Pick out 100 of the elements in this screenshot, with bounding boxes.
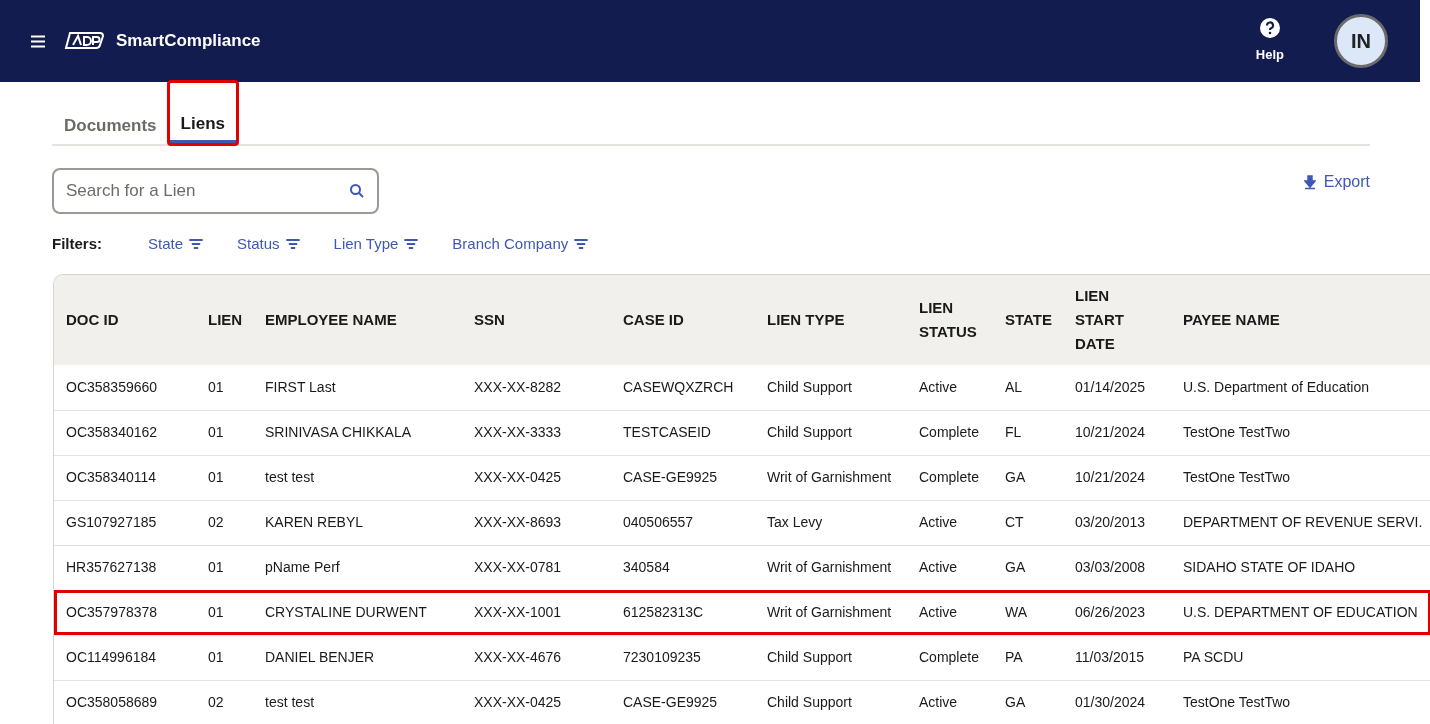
tab[interactable]: Liens <box>168 82 237 144</box>
table-cell: CASE-GE9925 <box>619 455 763 500</box>
table-cell: 612582313C <box>619 590 763 635</box>
filter-icon <box>404 238 419 250</box>
table-cell: 10/21/2024 <box>1071 455 1179 500</box>
filter-button[interactable]: Status <box>237 232 300 256</box>
filter-button[interactable]: State <box>148 232 204 256</box>
export-button[interactable]: Export <box>1303 170 1370 194</box>
table-cell: 040506557 <box>619 500 763 545</box>
table-cell: 01 <box>204 590 261 635</box>
table-cell: DANIEL BENJER <box>261 635 470 680</box>
filter-icon <box>574 238 589 250</box>
filter-button[interactable]: Lien Type <box>333 232 419 256</box>
column-header: LIEN TYPE <box>763 275 915 365</box>
table-row[interactable]: OC358058689 02 test test XXX-XX-0425 CASE-GE9925 Child Support Active GA 01/30/2024 TestOne TestTwo <box>54 680 1430 724</box>
table-row[interactable]: OC114996184 01 DANIEL BENJER XXX-XX-4676 7230109235 Child Support Complete PA 11/03/2015 PA SCDU <box>54 635 1430 680</box>
table-cell: TestOne TestTwo <box>1179 410 1430 455</box>
table-cell: GA <box>1001 455 1071 500</box>
table-cell: DEPARTMENT OF REVENUE SERVI. <box>1179 500 1430 545</box>
table-cell: U.S. Department of Education <box>1179 365 1430 410</box>
table-cell: FIRST Last <box>261 365 470 410</box>
table-cell: GA <box>1001 680 1071 724</box>
table-cell: Child Support <box>763 410 915 455</box>
table-cell: 7230109235 <box>619 635 763 680</box>
search-field[interactable]: Search for a Lien <box>52 168 379 214</box>
table-cell: CRYSTALINE DURWENT <box>261 590 470 635</box>
user-avatar[interactable]: IN <box>1334 14 1388 68</box>
table-cell: Writ of Garnishment <box>763 590 915 635</box>
column-header: PAYEE NAME <box>1179 275 1430 365</box>
table-cell: CT <box>1001 500 1071 545</box>
table-row[interactable]: HR357627138 01 pName Perf XXX-XX-0781 340584 Writ of Garnishment Active GA 03/03/2008 SIDAHO STATE OF IDAHO <box>54 545 1430 590</box>
table-cell: OC358340162 <box>54 410 204 455</box>
table-cell: XXX-XX-8282 <box>470 365 619 410</box>
column-header: EMPLOYEE NAME <box>261 275 470 365</box>
table-cell: 02 <box>204 680 261 724</box>
table-cell: Child Support <box>763 635 915 680</box>
logo-icon <box>64 31 104 51</box>
app-name: SmartCompliance <box>116 30 261 53</box>
table-cell: OC358359660 <box>54 365 204 410</box>
table-row[interactable]: GS107927185 02 KAREN REBYL XXX-XX-8693 040506557 Tax Levy Active CT 03/20/2013 DEPARTMENT OF REVENUE SERVI. <box>54 500 1430 545</box>
table-cell: Active <box>915 680 1001 724</box>
table-cell: U.S. DEPARTMENT OF EDUCATION <box>1179 590 1430 635</box>
table-cell: Active <box>915 590 1001 635</box>
table-cell: 10/21/2024 <box>1071 410 1179 455</box>
table-cell: CASEWQXZRCH <box>619 365 763 410</box>
table-cell: PA <box>1001 635 1071 680</box>
table-cell: CASE-GE9925 <box>619 680 763 724</box>
menu-icon[interactable] <box>30 34 46 48</box>
table-cell: Active <box>915 365 1001 410</box>
filters-label: Filters: <box>52 233 103 254</box>
table-cell: Child Support <box>763 365 915 410</box>
table-cell: XXX-XX-1001 <box>470 590 619 635</box>
table-cell: TestOne TestTwo <box>1179 455 1430 500</box>
table-cell: OC358340114 <box>54 455 204 500</box>
table-cell: 03/20/2013 <box>1071 500 1179 545</box>
table-cell: Complete <box>915 410 1001 455</box>
table-cell: 01 <box>204 455 261 500</box>
table-cell: XXX-XX-3333 <box>470 410 619 455</box>
filter-icon <box>189 238 204 250</box>
table-row[interactable]: OC357978378 01 CRYSTALINE DURWENT XXX-XX-1001 612582313C Writ of Garnishment Active WA 06/26/2023 U.S. DEPARTMENT OF EDUCATION <box>54 590 1430 635</box>
table-cell: Writ of Garnishment <box>763 455 915 500</box>
table-cell: Complete <box>915 635 1001 680</box>
table-row[interactable]: OC358359660 01 FIRST Last XXX-XX-8282 CASEWQXZRCH Child Support Active AL 01/14/2025 U.S. Department of Education <box>54 365 1430 410</box>
filter-icon <box>285 238 300 250</box>
column-header: DOC ID <box>54 275 204 365</box>
table-cell: GS107927185 <box>54 500 204 545</box>
table-cell: SRINIVASA CHIKKALA <box>261 410 470 455</box>
column-header: LIEN START DATE <box>1071 275 1179 365</box>
table-cell: 11/03/2015 <box>1071 635 1179 680</box>
table-cell: TESTCASEID <box>619 410 763 455</box>
table-cell: 02 <box>204 500 261 545</box>
column-header: LIEN STATUS <box>915 275 1001 365</box>
table-row[interactable]: OC358340114 01 test test XXX-XX-0425 CASE-GE9925 Writ of Garnishment Complete GA 10/21/2024 TestOne TestTwo <box>54 455 1430 500</box>
table-cell: WA <box>1001 590 1071 635</box>
table-cell: 01 <box>204 545 261 590</box>
table-cell: XXX-XX-0425 <box>470 455 619 500</box>
column-header: LIEN <box>204 275 261 365</box>
download-icon <box>1303 174 1316 190</box>
table-cell: 03/03/2008 <box>1071 545 1179 590</box>
filter-button[interactable]: Branch Company <box>452 232 589 256</box>
table-cell: GA <box>1001 545 1071 590</box>
table-cell: 01/30/2024 <box>1071 680 1179 724</box>
table-cell: 06/26/2023 <box>1071 590 1179 635</box>
table-cell: 01 <box>204 410 261 455</box>
table-cell: Tax Levy <box>763 500 915 545</box>
table-cell: 01 <box>204 635 261 680</box>
table-cell: test test <box>261 680 470 724</box>
table-cell: Active <box>915 545 1001 590</box>
table-cell: XXX-XX-8693 <box>470 500 619 545</box>
table-cell: OC358058689 <box>54 680 204 724</box>
table-cell: AL <box>1001 365 1071 410</box>
help-button[interactable]: Help <box>1255 17 1284 65</box>
table-cell: pName Perf <box>261 545 470 590</box>
table-row[interactable]: OC358340162 01 SRINIVASA CHIKKALA XXX-XX-3333 TESTCASEID Child Support Complete FL 10/21/2024 TestOne TestTwo <box>54 410 1430 455</box>
table-cell: XXX-XX-4676 <box>470 635 619 680</box>
table-cell: XXX-XX-0425 <box>470 680 619 724</box>
table-cell: TestOne TestTwo <box>1179 680 1430 724</box>
table-cell: FL <box>1001 410 1071 455</box>
tab[interactable]: Documents <box>52 82 169 144</box>
table-cell: HR357627138 <box>54 545 204 590</box>
